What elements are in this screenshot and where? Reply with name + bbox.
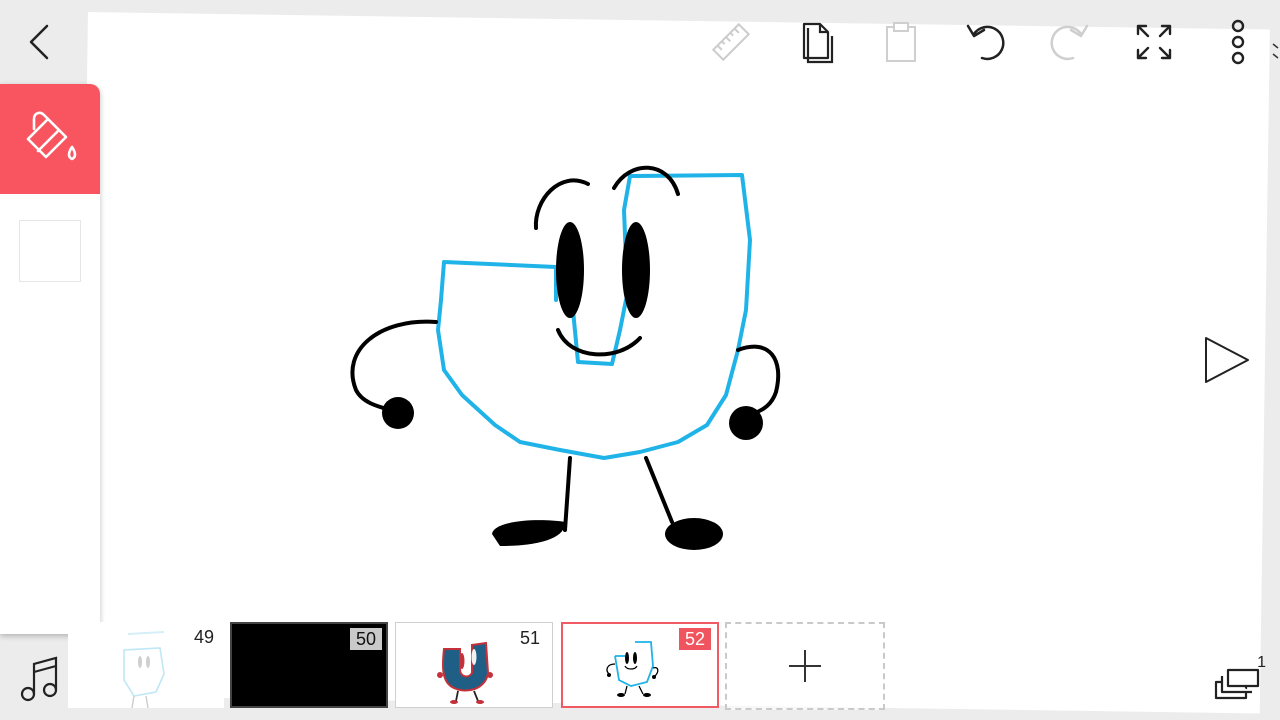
frame-number: 51 [519, 628, 540, 648]
back-button[interactable] [13, 14, 69, 70]
frame-thumbnail[interactable]: 50 [230, 622, 388, 708]
redo-button[interactable] [1041, 14, 1097, 70]
paste-icon [886, 22, 916, 62]
fullscreen-button[interactable] [1126, 14, 1182, 70]
play-button[interactable] [1200, 334, 1252, 386]
more-options-button[interactable] [1210, 14, 1266, 70]
layer-count: 1 [1257, 654, 1266, 671]
copy-icon [802, 22, 834, 64]
redo-icon [1050, 24, 1089, 61]
top-toolbar [0, 0, 1280, 86]
play-icon [1205, 337, 1249, 383]
fullscreen-icon [1136, 24, 1172, 60]
more-vertical-icon [1231, 19, 1245, 65]
paint-bucket-icon [26, 111, 77, 161]
frame-number: 52 [678, 628, 711, 650]
tool-panel [0, 84, 100, 634]
back-arrow-icon [29, 24, 49, 60]
plus-icon [789, 650, 821, 682]
color-swatch[interactable] [19, 220, 81, 282]
fill-tool-button[interactable] [0, 84, 100, 194]
frame-number: 50 [349, 628, 382, 650]
undo-icon [966, 24, 1005, 61]
canvas-drawing [350, 165, 781, 550]
add-frame-button[interactable] [725, 622, 885, 710]
paste-button[interactable] [873, 14, 929, 70]
frame-thumbnail[interactable]: 51 [395, 622, 553, 708]
frame-thumbnail[interactable]: 49 [68, 622, 226, 708]
frame-thumbnail-selected[interactable]: 52 [561, 622, 719, 708]
chevron-right-icon [1272, 43, 1279, 59]
ruler-icon [711, 22, 751, 62]
frame-strip: 49 50 51 52 [0, 622, 900, 712]
frame-number: 49 [193, 627, 214, 647]
layers-button[interactable]: 1 [1212, 654, 1268, 704]
ruler-button[interactable] [703, 14, 759, 70]
copy-button[interactable] [788, 14, 844, 70]
undo-button[interactable] [958, 14, 1014, 70]
